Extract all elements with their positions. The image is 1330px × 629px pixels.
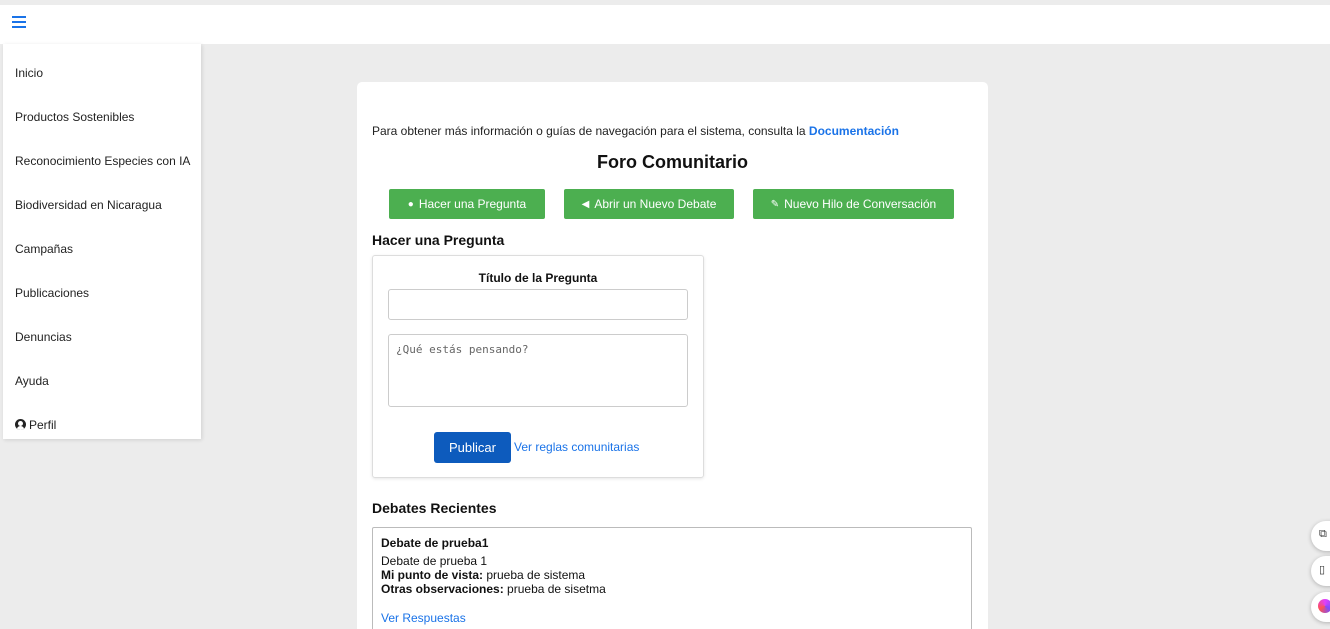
sidebar-item-productos-sostenibles[interactable]: Productos Sostenibles <box>15 110 134 124</box>
sidebar-item-label: Perfil <box>29 418 57 432</box>
publish-button[interactable]: Publicar <box>434 432 511 463</box>
question-title-label: Título de la Pregunta <box>478 271 598 285</box>
thread-icon: ✎ <box>770 198 780 210</box>
sidebar-item-inicio[interactable]: Inicio <box>15 66 43 80</box>
debate-observations: Otras observaciones: prueba de sisetma <box>381 582 606 596</box>
view-replies-link[interactable]: Ver Respuestas <box>381 611 466 625</box>
question-form: Título de la Pregunta ¿Qué estás pensand… <box>372 255 704 478</box>
question-heading: Hacer una Pregunta <box>372 232 505 248</box>
debate-viewpoint-label: Mi punto de vista: <box>381 568 483 582</box>
debate-viewpoint: Mi punto de vista: prueba de sistema <box>381 568 585 582</box>
question-body-textarea[interactable]: ¿Qué estás pensando? <box>388 334 688 407</box>
speech-bubble-icon: ● <box>407 198 414 210</box>
top-bar <box>0 5 1330 44</box>
floating-translate-button[interactable]: ⧉ <box>1311 521 1330 551</box>
assistant-icon <box>1318 599 1330 613</box>
page-title: Foro Comunitario <box>597 152 748 172</box>
floating-book-button[interactable]: ▯ <box>1311 556 1330 586</box>
sidebar-item-biodiversidad[interactable]: Biodiversidad en Nicaragua <box>15 198 162 212</box>
megaphone-icon: ◀ <box>581 198 590 210</box>
hamburger-menu-icon[interactable] <box>12 16 26 30</box>
documentation-link[interactable]: Documentación <box>809 124 899 138</box>
sidebar-item-denuncias[interactable]: Denuncias <box>15 330 72 344</box>
debate-observations-label: Otras observaciones: <box>381 582 504 596</box>
open-debate-label: Abrir un Nuevo Debate <box>594 197 717 211</box>
forum-card: Para obtener más información o guías de … <box>357 82 988 629</box>
translate-icon: ⧉ <box>1319 528 1327 540</box>
floating-assistant-button[interactable] <box>1311 592 1330 622</box>
ask-question-button[interactable]: ● Hacer una Pregunta <box>389 189 545 219</box>
debate-description: Debate de prueba 1 <box>381 554 488 568</box>
debate-observations-value: prueba de sisetma <box>503 582 606 596</box>
open-debate-button[interactable]: ◀ Abrir un Nuevo Debate <box>564 189 734 219</box>
sidebar: Inicio Productos Sostenibles Reconocimie… <box>3 44 201 439</box>
debate-item: Debate de prueba1 Debate de prueba 1 Mi … <box>372 527 972 629</box>
sidebar-item-reconocimiento-especies[interactable]: Reconocimiento Especies con IA <box>15 154 190 168</box>
new-thread-button[interactable]: ✎ Nuevo Hilo de Conversación <box>753 189 954 219</box>
debate-title: Debate de prueba1 <box>381 536 489 550</box>
sidebar-item-perfil[interactable]: Perfil <box>15 418 56 432</box>
question-title-input[interactable] <box>388 289 688 320</box>
ask-question-label: Hacer una Pregunta <box>418 197 527 211</box>
book-icon: ▯ <box>1319 564 1326 576</box>
sidebar-item-ayuda[interactable]: Ayuda <box>15 374 49 388</box>
user-circle-icon <box>15 419 26 430</box>
sidebar-item-publicaciones[interactable]: Publicaciones <box>15 286 89 300</box>
debate-viewpoint-value: prueba de sistema <box>483 568 586 582</box>
new-thread-label: Nuevo Hilo de Conversación <box>784 197 937 211</box>
info-text: Para obtener más información o guías de … <box>372 124 899 138</box>
debates-heading: Debates Recientes <box>372 500 497 516</box>
community-rules-link[interactable]: Ver reglas comunitarias <box>514 440 639 454</box>
info-text-body: Para obtener más información o guías de … <box>372 124 809 138</box>
sidebar-item-campanas[interactable]: Campañas <box>15 242 73 256</box>
